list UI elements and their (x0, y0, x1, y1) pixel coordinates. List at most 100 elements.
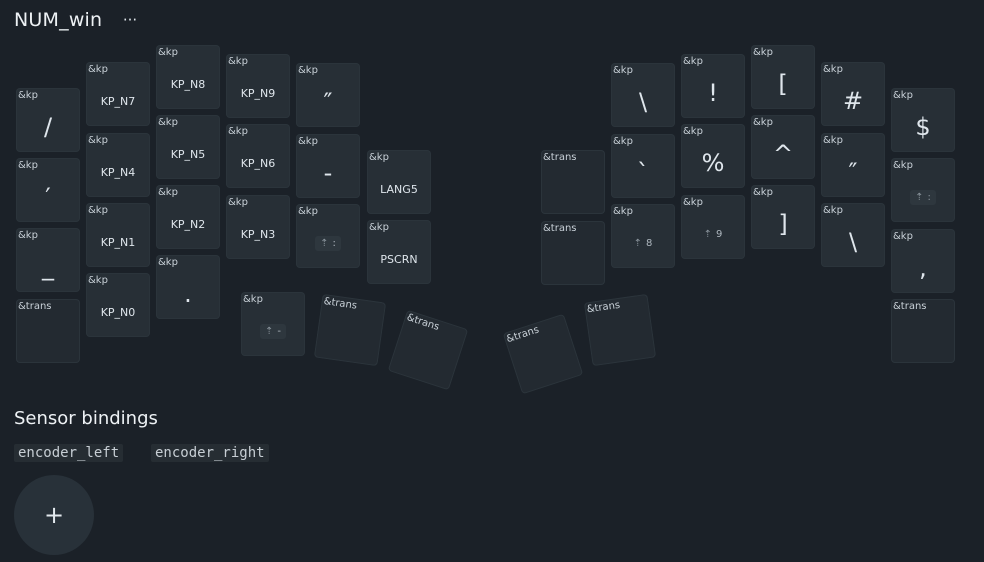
key[interactable]: &kp KP_N0 (86, 273, 150, 337)
key[interactable]: &trans (541, 150, 605, 214)
key-behavior: &kp (369, 222, 389, 233)
key[interactable]: &trans (541, 221, 605, 285)
key[interactable]: &kp \ (611, 63, 675, 127)
key[interactable]: &kp ^ (751, 115, 815, 179)
key[interactable]: &kp KP_N4 (86, 133, 150, 197)
key[interactable]: &kp ⇡: (296, 204, 360, 268)
key-behavior: &kp (823, 135, 843, 146)
key-param: _ (42, 253, 54, 281)
key[interactable]: &kp ! (681, 54, 745, 118)
key[interactable]: &kp ⇡ 8 (611, 204, 675, 268)
key-param: ! (708, 79, 718, 107)
key-behavior: &kp (753, 187, 773, 198)
key[interactable]: &kp KP_N7 (86, 62, 150, 126)
key-behavior: &kp (18, 230, 38, 241)
key[interactable]: &kp - (296, 134, 360, 198)
key[interactable]: &kp KP_N3 (226, 195, 290, 259)
keyboard-layout: &kp / &kp KP_N7 &kp KP_N8 &kp KP_N9 &kp … (0, 0, 984, 400)
key-param: . (184, 280, 192, 308)
key[interactable]: &kp $ (891, 88, 955, 152)
key[interactable]: &kp [ (751, 45, 815, 109)
key[interactable]: &kp , (891, 229, 955, 293)
key[interactable]: &kp ′ (16, 158, 80, 222)
key-behavior: &kp (369, 152, 389, 163)
key[interactable]: &trans (313, 293, 387, 367)
key-param: $ (915, 113, 931, 141)
key[interactable]: &kp KP_N1 (86, 203, 150, 267)
key-behavior: &kp (298, 65, 318, 76)
key-behavior: &kp (893, 231, 913, 242)
key-behavior: &kp (298, 136, 318, 147)
mod-key: 8 (646, 237, 653, 249)
key-behavior: &kp (158, 117, 178, 128)
key[interactable]: &kp PSCRN (367, 220, 431, 284)
encoder-left-label[interactable]: encoder_left (14, 444, 124, 462)
key[interactable]: &kp KP_N6 (226, 124, 290, 188)
key-param: KP_N4 (100, 165, 136, 179)
key-behavior: &trans (543, 223, 577, 234)
key-behavior: &kp (893, 160, 913, 171)
shift-arrow-icon: ⇡ (703, 228, 712, 240)
key-param: \ (638, 88, 648, 116)
key-behavior: &kp (228, 197, 248, 208)
key[interactable]: &kp % (681, 124, 745, 188)
key-param: KP_N1 (100, 235, 136, 249)
key[interactable]: &trans (502, 313, 584, 395)
key-behavior: &kp (88, 205, 108, 216)
key[interactable]: &kp \ (821, 203, 885, 267)
key-param: KP_N7 (100, 94, 136, 108)
key-param: ` (637, 159, 649, 187)
key[interactable]: &trans (16, 299, 80, 363)
key-param: / (43, 113, 53, 141)
key[interactable]: &kp ⇡ 9 (681, 195, 745, 259)
key-param: - (323, 159, 333, 187)
key-param: ] (778, 210, 788, 238)
key[interactable]: &trans (387, 309, 469, 391)
key-behavior: &kp (613, 65, 633, 76)
key[interactable]: &kp ″ (296, 63, 360, 127)
key[interactable]: &kp / (16, 88, 80, 152)
shift-arrow-icon: ⇡ (265, 325, 274, 337)
key-behavior: &trans (322, 296, 358, 312)
key-behavior: &kp (298, 206, 318, 217)
key[interactable]: &kp KP_N9 (226, 54, 290, 118)
key-param: KP_N6 (240, 156, 276, 170)
shift-arrow-icon: ⇡ (633, 237, 642, 249)
key[interactable]: &kp . (156, 255, 220, 319)
key-param: KP_N8 (170, 77, 206, 91)
key[interactable]: &kp ⇡: (891, 158, 955, 222)
key-param: ″ (848, 158, 858, 186)
key[interactable]: &kp _ (16, 228, 80, 292)
key-param: [ (778, 70, 788, 98)
sensor-bindings-title: Sensor bindings (14, 408, 158, 429)
key-behavior: &kp (88, 275, 108, 286)
key[interactable]: &kp ″ (821, 133, 885, 197)
mod-key: - (277, 325, 281, 337)
key-behavior: &kp (683, 56, 703, 67)
key-behavior: &trans (505, 324, 541, 346)
shift-arrow-icon: ⇡ (915, 191, 924, 203)
key[interactable]: &kp ] (751, 185, 815, 249)
key[interactable]: &kp LANG5 (367, 150, 431, 214)
key-behavior: &kp (228, 56, 248, 67)
key-behavior: &kp (18, 160, 38, 171)
key-param: KP_N3 (240, 227, 276, 241)
key-param: % (701, 149, 725, 177)
key-param: KP_N2 (170, 217, 206, 231)
key[interactable]: &trans (891, 299, 955, 363)
key[interactable]: &kp # (821, 62, 885, 126)
key[interactable]: &kp ` (611, 134, 675, 198)
key-param: \ (848, 228, 858, 256)
encoder-right-label[interactable]: encoder_right (151, 444, 269, 462)
key-behavior: &kp (893, 90, 913, 101)
key[interactable]: &kp KP_N8 (156, 45, 220, 109)
key-param: ⇡: (891, 172, 955, 222)
key[interactable]: &kp ⇡ - (241, 292, 305, 356)
key-behavior: &kp (158, 187, 178, 198)
key[interactable]: &kp KP_N5 (156, 115, 220, 179)
key[interactable]: &trans (583, 293, 657, 367)
key[interactable]: &kp KP_N2 (156, 185, 220, 249)
key-param: ^ (772, 140, 794, 168)
key-param: # (842, 87, 864, 115)
add-sensor-binding-button[interactable]: + (14, 475, 94, 555)
